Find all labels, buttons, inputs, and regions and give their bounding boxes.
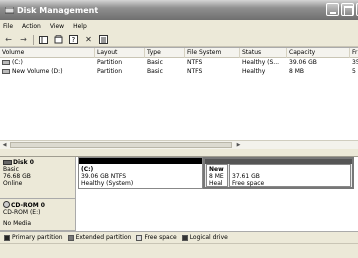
disk-size: 76.68 GB <box>3 173 31 180</box>
horizontal-scrollbar[interactable]: ◀ ▶ <box>0 140 358 149</box>
volume-list-header: Volume Layout Type File System Status Ca… <box>0 48 358 58</box>
maximize-button[interactable] <box>341 3 354 16</box>
status-cell: Healthy (S... <box>242 59 280 66</box>
col-layout[interactable]: Layout <box>95 48 145 58</box>
menu-file[interactable]: File <box>3 23 13 30</box>
volume-list: Volume Layout Type File System Status Ca… <box>0 47 358 140</box>
volume-cell: (C:) <box>0 58 95 67</box>
menu-action[interactable]: Action <box>22 23 41 30</box>
partition-size: 8 ME <box>209 173 224 180</box>
delete-icon[interactable]: ✕ <box>83 34 94 45</box>
table-row[interactable]: (C:) Partition Basic NTFS Healthy (S... … <box>0 58 358 67</box>
partition-c[interactable]: (C:) 39.06 GB NTFS Healthy (System) <box>78 157 203 189</box>
disk-row: CD-ROM 0 CD-ROM (E:) No Media <box>0 199 358 231</box>
disk-name: Disk 0 <box>13 159 34 166</box>
free-space-size: 37.61 GB <box>232 173 260 180</box>
partition-info: (C:) 39.06 GB NTFS Healthy (System) <box>81 166 133 187</box>
drive-icon <box>2 69 10 74</box>
legend-primary: Primary partition <box>12 234 63 241</box>
menu-view[interactable]: View <box>50 23 64 30</box>
console-tree-icon[interactable] <box>38 34 49 45</box>
scroll-thumb[interactable] <box>10 142 232 148</box>
disk-name: CD-ROM 0 <box>11 202 45 209</box>
partition-title: New <box>209 166 224 173</box>
disk-kind: CD-ROM (E:) <box>3 209 41 216</box>
disk-row: Disk 0 Basic 76.68 GB Online (C:) 39.06 … <box>0 157 358 199</box>
layout-cell: Partition <box>97 68 123 75</box>
type-cell: Basic <box>147 68 163 75</box>
col-volume[interactable]: Volume <box>0 48 95 58</box>
status-bar <box>0 243 358 258</box>
window-title: Disk Management <box>17 5 99 15</box>
partition-new-volume[interactable]: New 8 ME Heal <box>206 164 228 187</box>
scroll-right-icon[interactable]: ▶ <box>234 141 243 149</box>
properties-icon[interactable] <box>53 34 64 45</box>
disk-graphical-view: Disk 0 Basic 76.68 GB Online (C:) 39.06 … <box>0 157 358 231</box>
fs-cell: NTFS <box>187 59 203 66</box>
menu-help[interactable]: Help <box>73 23 87 30</box>
menu-bar: File Action View Help <box>0 20 358 33</box>
volume-name: New Volume (D:) <box>12 68 63 75</box>
legend-free: Free space <box>144 234 177 241</box>
volume-name: (C:) <box>12 59 23 66</box>
type-cell: Basic <box>147 59 163 66</box>
partition-info: 37.61 GB Free space <box>232 173 264 187</box>
partition-info: New 8 ME Heal <box>209 166 224 187</box>
settings-icon[interactable] <box>98 34 109 45</box>
legend-swatch <box>136 234 143 241</box>
volume-cell: New Volume (D:) <box>0 67 95 76</box>
free-space-region[interactable]: 37.61 GB Free space <box>229 164 351 187</box>
table-row[interactable]: New Volume (D:) Partition Basic NTFS Hea… <box>0 67 358 76</box>
partition-status: Heal <box>209 180 223 187</box>
scroll-left-icon[interactable]: ◀ <box>0 141 9 149</box>
free-cell: 5 I <box>352 68 358 75</box>
disk-state: No Media <box>3 220 32 227</box>
hard-disk-icon <box>3 160 12 165</box>
status-cell: Healthy <box>242 68 266 75</box>
legend-swatch <box>67 234 74 241</box>
pane-splitter[interactable] <box>0 149 358 157</box>
free-cell: 35 <box>352 59 358 66</box>
col-type[interactable]: Type <box>145 48 185 58</box>
disk-state: Online <box>3 180 23 187</box>
legend-swatch <box>181 234 188 241</box>
forward-icon[interactable]: → <box>18 34 29 45</box>
layout-cell: Partition <box>97 59 123 66</box>
legend-extended: Extended partition <box>75 234 132 241</box>
col-free[interactable]: Fr <box>350 48 358 58</box>
cdrom-0-label[interactable]: CD-ROM 0 CD-ROM (E:) No Media <box>0 199 76 231</box>
drive-icon <box>2 60 10 65</box>
svg-text:?: ? <box>72 36 76 44</box>
legend-logical: Logical drive <box>189 234 228 241</box>
capacity-cell: 8 MB <box>289 68 305 75</box>
back-icon[interactable]: ← <box>3 34 14 45</box>
legend: Primary partition Extended partition Fre… <box>0 231 358 243</box>
toolbar-separator <box>33 34 34 45</box>
partition-size: 39.06 GB NTFS <box>81 173 127 180</box>
partition-title: (C:) <box>81 166 94 173</box>
free-space-label: Free space <box>232 180 265 187</box>
cd-drive-icon <box>3 201 10 208</box>
partition-color-bar <box>79 158 202 164</box>
col-capacity[interactable]: Capacity <box>287 48 350 58</box>
col-file-system[interactable]: File System <box>185 48 240 58</box>
fs-cell: NTFS <box>187 68 203 75</box>
disk-management-window: Disk Management File Action View Help ← … <box>0 0 358 258</box>
disk-0-label[interactable]: Disk 0 Basic 76.68 GB Online <box>0 157 76 199</box>
legend-swatch <box>4 234 10 241</box>
partition-status: Healthy (System) <box>81 180 134 187</box>
disk-kind: Basic <box>3 166 19 173</box>
capacity-cell: 39.06 GB <box>289 59 317 66</box>
col-status[interactable]: Status <box>240 48 287 58</box>
toolbar: ← → ? ✕ <box>0 33 358 47</box>
minimize-button[interactable] <box>326 3 339 16</box>
help-icon[interactable]: ? <box>68 34 79 45</box>
title-bar[interactable]: Disk Management <box>0 0 358 20</box>
disk-management-icon <box>5 6 14 14</box>
